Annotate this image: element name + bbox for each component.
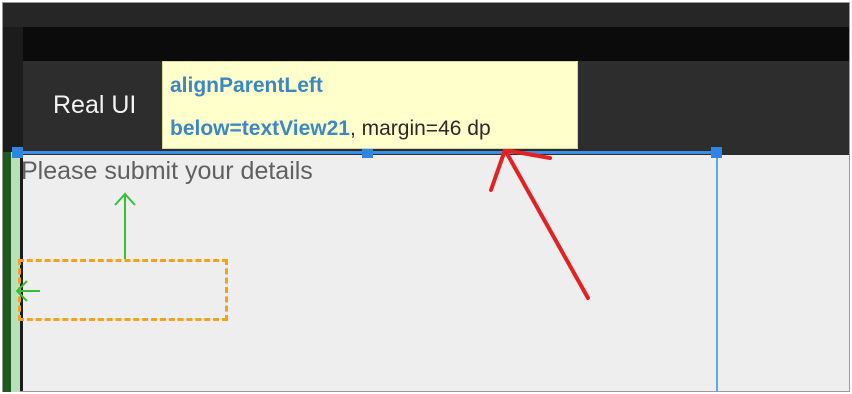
- tooltip-align-parent-left: alignParentLeft: [170, 74, 323, 97]
- margin-up-arrow-icon: [114, 192, 136, 259]
- annotation-overlay: [15, 148, 590, 302]
- margin-left-arrow-icon: [15, 280, 40, 302]
- tooltip-margin-line: below=textView21, margin=46 dp: [170, 117, 491, 141]
- red-annotation-arrow-icon: [489, 148, 590, 300]
- tooltip-below-attribute: below=textView21: [170, 117, 350, 140]
- tooltip-margin-value: , margin=46 dp: [349, 117, 491, 140]
- layout-params-tooltip: alignParentLeft below=textView21, margin…: [162, 61, 578, 149]
